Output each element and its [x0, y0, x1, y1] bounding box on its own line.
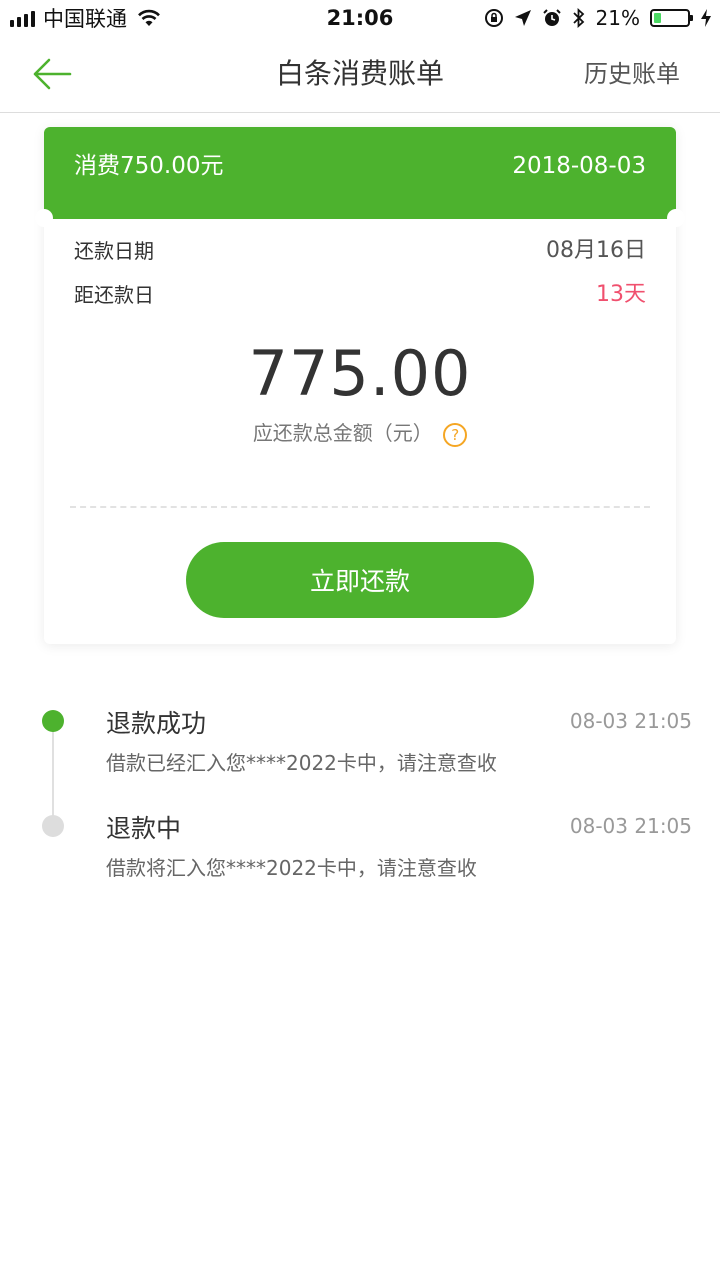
days-left-label: 距还款日	[74, 283, 154, 307]
bluetooth-icon	[572, 8, 584, 28]
total-amount: 775.00	[248, 337, 472, 410]
days-left-row: 距还款日 13天	[74, 275, 646, 315]
question-icon[interactable]: ?	[443, 422, 468, 447]
status-dot-done	[42, 710, 64, 732]
total-amount-label: 应还款总金额（元）	[252, 421, 433, 445]
history-bill-link[interactable]: 历史账单	[584, 36, 680, 112]
timeline-desc: 借款将汇入您****2022卡中，请注意查收	[106, 856, 477, 880]
repay-now-button[interactable]: 立即还款	[186, 542, 534, 618]
timeline-item: 退款中 08-03 21:05 借款将汇入您****2022卡中，请注意查收	[0, 795, 720, 885]
repay-date-row: 还款日期 08月16日	[74, 231, 646, 271]
dashed-divider	[70, 506, 650, 508]
bill-card: 消费750.00元 2018-08-03 还款日期 08月16日 距还款日 13…	[35, 127, 685, 644]
card-notch-right	[667, 209, 685, 227]
timeline-desc: 借款已经汇入您****2022卡中，请注意查收	[106, 751, 497, 775]
total-amount-caption: 应还款总金额（元） ?	[44, 417, 676, 447]
repay-date-value: 08月16日	[546, 238, 646, 263]
location-icon	[514, 10, 531, 26]
consumption-amount: 消费750.00元	[74, 153, 224, 179]
navigation-bar: 白条消费账单 历史账单	[0, 36, 720, 113]
orientation-lock-icon	[484, 9, 503, 27]
charging-icon	[701, 9, 711, 27]
repay-date-label: 还款日期	[74, 239, 154, 263]
days-left-value: 13天	[596, 282, 646, 307]
consumption-date: 2018-08-03	[512, 153, 646, 179]
timeline-time: 08-03 21:05	[569, 814, 692, 838]
card-notch-left	[35, 209, 53, 227]
timeline-title: 退款中	[106, 814, 182, 843]
battery-icon	[650, 9, 693, 27]
timeline-item: 退款成功 08-03 21:05 借款已经汇入您****2022卡中，请注意查收	[0, 690, 720, 780]
status-bar: 中国联通 21:06 21%	[0, 0, 720, 36]
alarm-icon	[542, 9, 561, 26]
status-right: 21%	[484, 4, 712, 32]
bill-card-header: 消费750.00元 2018-08-03	[44, 127, 676, 219]
timeline-title: 退款成功	[106, 709, 207, 738]
battery-percent: 21%	[595, 6, 640, 30]
status-dot-pending	[42, 815, 64, 837]
timeline-time: 08-03 21:05	[569, 709, 692, 733]
battery-fill	[654, 13, 661, 23]
